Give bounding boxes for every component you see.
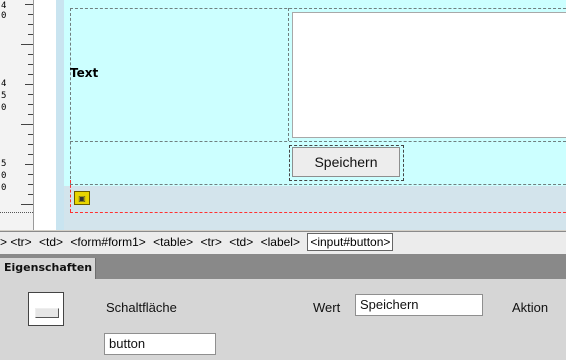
tag-item[interactable]: <tr> xyxy=(201,232,222,252)
ruler-digit: 0 xyxy=(1,183,7,193)
form-marker-icon[interactable]: ▣ xyxy=(74,191,90,205)
ruler-digit: 5 xyxy=(1,91,7,101)
value-label: Wert xyxy=(313,300,341,315)
ruler-digit: 4 xyxy=(1,1,7,11)
tag-item[interactable]: <td> xyxy=(39,232,63,252)
table-cell-border xyxy=(288,8,289,141)
ruler-digit: 0 xyxy=(1,171,7,181)
properties-panel xyxy=(0,279,566,360)
ruler-tick xyxy=(28,134,33,135)
ruler-tick xyxy=(28,24,33,25)
tag-item[interactable]: <label> xyxy=(261,232,300,252)
tag-item[interactable]: <form#form1> xyxy=(70,232,145,252)
ruler-tick xyxy=(28,34,33,35)
ruler-tick xyxy=(21,204,33,205)
ruler-tick xyxy=(28,114,33,115)
ruler-tick xyxy=(28,174,33,175)
ruler-tick xyxy=(21,44,33,45)
vertical-ruler: 4 0 4 5 0 5 0 0 xyxy=(0,0,34,230)
tag-item[interactable]: <td> xyxy=(229,232,253,252)
ruler-tick xyxy=(28,104,33,105)
button-type-icon xyxy=(28,292,64,326)
table-cell-border xyxy=(70,8,566,9)
ruler-tick xyxy=(28,144,33,145)
ruler-digit: 0 xyxy=(1,11,7,21)
ruler-tick xyxy=(28,54,33,55)
ruler-tick xyxy=(28,64,33,65)
margin-guide xyxy=(56,0,64,230)
ruler-tick xyxy=(28,194,33,195)
ruler-tick xyxy=(25,4,33,5)
form-boundary xyxy=(70,212,566,213)
ruler-digit: 0 xyxy=(1,103,7,113)
table-cell-border xyxy=(70,8,71,184)
tab-properties[interactable]: Eigenschaften xyxy=(0,258,96,279)
tag-item-selected[interactable]: <input#button> xyxy=(307,233,394,251)
design-gutter xyxy=(34,0,56,230)
action-label: Aktion xyxy=(512,300,549,315)
ruler-tick xyxy=(28,14,33,15)
ruler-tick xyxy=(25,164,33,165)
ruler-tick xyxy=(21,124,33,125)
table-cell-border xyxy=(70,184,566,185)
ruler-tick xyxy=(28,154,33,155)
form-boundary xyxy=(70,180,71,212)
form-region xyxy=(64,186,566,230)
ruler-tick xyxy=(28,184,33,185)
ruler-tick xyxy=(25,84,33,85)
element-type-label: Schaltfläche xyxy=(106,300,177,315)
ruler-marker xyxy=(0,212,33,214)
tag-item[interactable]: > <tr> xyxy=(0,232,32,252)
ruler-digit: 4 xyxy=(1,79,7,89)
ruler-digit: 5 xyxy=(1,159,7,169)
design-view[interactable]: 4 0 4 5 0 5 0 0 Text Speichern ▣ xyxy=(0,0,566,230)
table-cell-border xyxy=(70,141,566,142)
element-id-field[interactable]: button xyxy=(104,333,216,355)
ruler-tick xyxy=(28,74,33,75)
text-label[interactable]: Text xyxy=(70,66,98,80)
ruler-tick xyxy=(28,94,33,95)
value-field[interactable]: Speichern xyxy=(355,294,483,316)
text-area-field[interactable] xyxy=(292,12,566,138)
save-button[interactable]: Speichern xyxy=(292,147,400,177)
tag-item[interactable]: <table> xyxy=(153,232,193,252)
tag-selector-bar: > <tr> <td> <form#form1> <table> <tr> <t… xyxy=(0,231,566,255)
